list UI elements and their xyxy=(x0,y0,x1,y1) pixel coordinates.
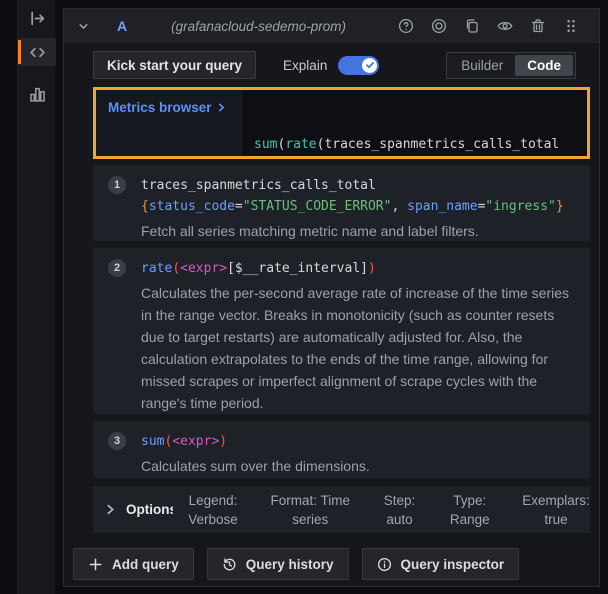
query-footer: Add query Query history Query inspector xyxy=(73,548,519,580)
query-ref-id[interactable]: A xyxy=(117,18,127,34)
mode-builder-button[interactable]: Builder xyxy=(449,55,515,76)
metrics-browser-cell: Metrics browser xyxy=(96,90,244,156)
options-label: Options xyxy=(126,502,173,517)
rail-item-expand[interactable] xyxy=(18,4,56,32)
step-description: Fetch all series matching metric name an… xyxy=(141,220,578,242)
metrics-browser-label: Metrics browser xyxy=(108,100,212,115)
promql-code-editor[interactable]: sum(rate(traces_spanmetrics_calls_total … xyxy=(244,90,587,156)
trash-icon[interactable] xyxy=(530,18,546,34)
history-icon xyxy=(222,557,237,572)
plus-icon xyxy=(88,557,103,572)
header-actions xyxy=(398,18,579,34)
add-query-button[interactable]: Add query xyxy=(73,548,194,580)
query-field-highlighted: Metrics browser sum(rate(traces_spanmetr… xyxy=(93,87,590,159)
query-toolbar: Kick start your query Explain Builder Co… xyxy=(93,50,576,80)
editor-mode-group: Builder Code xyxy=(446,52,576,79)
datasource-name: (grafanacloud-sedemo-prom) xyxy=(171,19,346,34)
query-row-panel: A (grafanacloud-sedemo-prom) xyxy=(63,8,600,587)
explain-toggle[interactable] xyxy=(338,56,379,75)
query-row-header: A (grafanacloud-sedemo-prom) xyxy=(64,9,599,43)
step-number-badge: 2 xyxy=(108,259,126,277)
eye-icon[interactable] xyxy=(497,18,513,34)
record-circle-icon[interactable] xyxy=(431,18,447,34)
drag-handle-icon[interactable] xyxy=(563,18,579,34)
step-code: rate(<expr>[$__rate_interval]) xyxy=(141,258,578,279)
option-step: Step: auto xyxy=(378,491,422,529)
option-legend: Legend: Verbose xyxy=(183,491,243,529)
bar-chart-icon xyxy=(29,86,46,103)
step-code: sum(<expr>) xyxy=(141,431,578,452)
metrics-browser-button[interactable]: Metrics browser xyxy=(108,100,226,115)
option-type: Type: Range xyxy=(445,491,495,529)
toggle-knob xyxy=(362,58,377,73)
step-code: traces_spanmetrics_calls_total xyxy=(141,175,578,196)
chevron-right-icon xyxy=(217,103,226,112)
options-summary: Legend: Verbose Format: Time series Step… xyxy=(183,491,590,529)
explain-control: Explain xyxy=(283,56,379,75)
step-description: Calculates the per-second average rate o… xyxy=(141,282,578,414)
check-icon xyxy=(365,60,375,70)
option-exemplars: Exemplars: true xyxy=(518,491,594,529)
option-format: Format: Time series xyxy=(266,491,354,529)
info-circle-icon xyxy=(377,557,392,572)
query-options-row[interactable]: Options Legend: Verbose Format: Time ser… xyxy=(93,486,590,533)
step-number-badge: 3 xyxy=(108,432,126,450)
expand-right-icon xyxy=(29,10,46,27)
step-description: Calculates sum over the dimensions. xyxy=(141,455,578,477)
explain-step-1: 1 traces_spanmetrics_calls_total {status… xyxy=(93,165,590,241)
options-chevron-icon[interactable] xyxy=(105,504,116,515)
help-icon[interactable] xyxy=(398,18,414,34)
explain-step-3: 3 sum(<expr>) Calculates sum over the di… xyxy=(93,421,590,478)
add-query-label: Add query xyxy=(112,557,179,572)
rail-item-visualization[interactable] xyxy=(18,80,56,108)
rail-item-code-active[interactable] xyxy=(18,38,56,66)
query-editor-screen: A (grafanacloud-sedemo-prom) xyxy=(0,0,608,594)
code-line: sum(rate(traces_spanmetrics_calls_total xyxy=(254,135,577,155)
left-rail xyxy=(17,0,55,594)
kick-start-query-button[interactable]: Kick start your query xyxy=(93,51,256,79)
collapse-chevron-icon[interactable] xyxy=(77,20,90,33)
explain-label: Explain xyxy=(283,58,327,73)
query-history-label: Query history xyxy=(246,557,334,572)
mode-code-button[interactable]: Code xyxy=(515,55,573,76)
step-number-badge: 1 xyxy=(108,176,126,194)
explain-step-2: 2 rate(<expr>[$__rate_interval]) Calcula… xyxy=(93,248,590,414)
query-inspector-label: Query inspector xyxy=(401,557,505,572)
code-brackets-icon xyxy=(29,44,46,61)
step-code: {status_code="STATUS_CODE_ERROR", span_n… xyxy=(141,196,578,217)
query-inspector-button[interactable]: Query inspector xyxy=(362,548,520,580)
copy-icon[interactable] xyxy=(464,18,480,34)
query-history-button[interactable]: Query history xyxy=(207,548,349,580)
